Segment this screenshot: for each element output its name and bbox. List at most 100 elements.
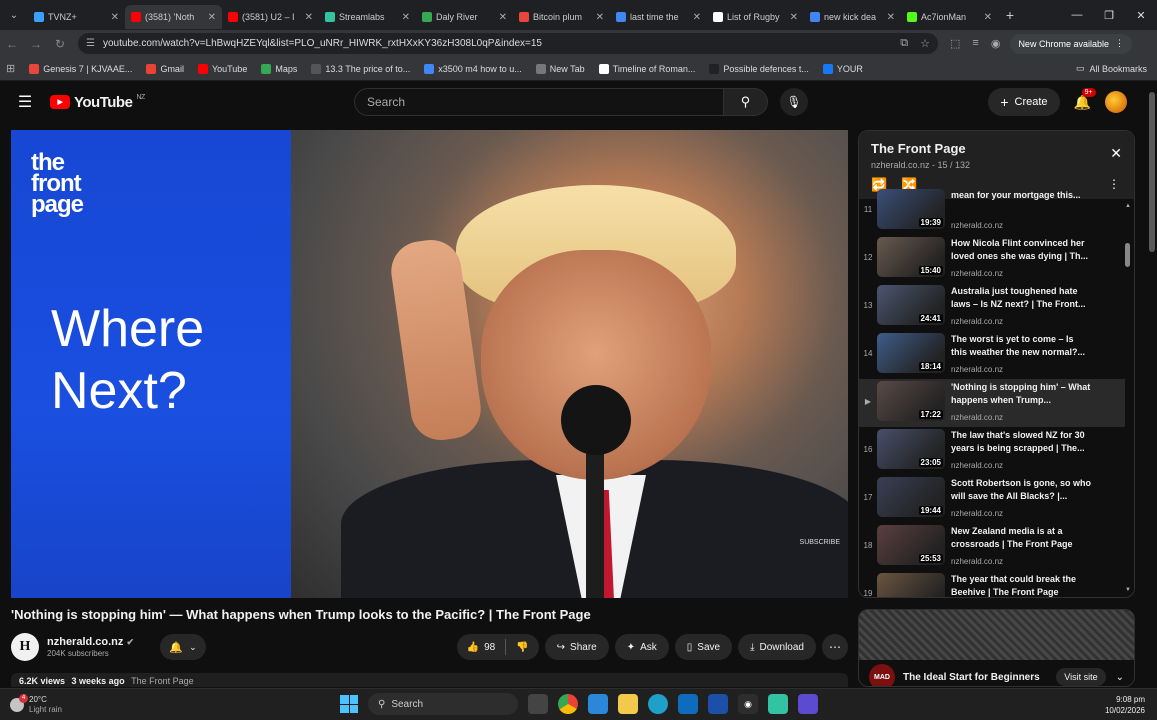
like-button[interactable]: 👍 98 bbox=[457, 634, 506, 660]
close-tab-icon[interactable]: ✕ bbox=[790, 12, 798, 23]
minimize-icon[interactable]: — bbox=[1061, 9, 1093, 22]
mail-icon[interactable] bbox=[708, 694, 728, 714]
page-scroll-thumb[interactable] bbox=[1149, 92, 1155, 252]
outlook-icon[interactable] bbox=[678, 694, 698, 714]
playlist-thumbnail[interactable]: 19:44 bbox=[877, 477, 945, 517]
close-tab-icon[interactable]: ✕ bbox=[208, 12, 216, 23]
browser-tab[interactable]: (3581) U2 – I ✕ bbox=[222, 5, 319, 29]
playlist-item[interactable]: 17 19:44 Scott Robertson is gone, so who… bbox=[859, 475, 1125, 523]
playlist-thumbnail[interactable]: 19:39 bbox=[877, 189, 945, 229]
new-chrome-available-button[interactable]: New Chrome available ⋮ bbox=[1010, 33, 1132, 54]
playlist-thumbnail[interactable]: 24:41 bbox=[877, 285, 945, 325]
channel-avatar[interactable]: H bbox=[11, 633, 39, 661]
clock[interactable]: 9:08 pm 10/02/2026 bbox=[1105, 694, 1145, 716]
browser-tab[interactable]: Bitcoin plum ✕ bbox=[513, 5, 610, 29]
ad-card[interactable]: MAD The Ideal Start for Beginners Visit … bbox=[858, 609, 1135, 687]
bookmark-item[interactable]: Gmail bbox=[146, 63, 184, 74]
scroll-up-icon[interactable]: ▲ bbox=[1125, 203, 1131, 209]
ask-button[interactable]: ✦ Ask bbox=[614, 634, 669, 660]
playlist-scrollbar[interactable]: ▲ ▼ bbox=[1125, 203, 1131, 593]
playlist-thumbnail[interactable]: 25:53 bbox=[877, 525, 945, 565]
browser-tab[interactable]: new kick dea ✕ bbox=[804, 5, 901, 29]
playlist-item[interactable]: 16 23:05 The law that's slowed NZ for 30… bbox=[859, 427, 1125, 475]
tab-search-chevron-icon[interactable]: ⌄ bbox=[0, 0, 28, 30]
playlist-item[interactable]: 14 18:14 The worst is yet to come – Is t… bbox=[859, 331, 1125, 379]
reload-icon[interactable]: ↻ bbox=[48, 37, 72, 51]
bookmark-item[interactable]: Maps bbox=[261, 63, 297, 74]
browser-tab[interactable]: Streamlabs ✕ bbox=[319, 5, 416, 29]
discord-icon[interactable]: ◉ bbox=[738, 694, 758, 714]
bookmark-item[interactable]: YOUR bbox=[822, 63, 863, 74]
task-view-icon[interactable] bbox=[528, 694, 548, 714]
back-icon[interactable]: ← bbox=[0, 37, 24, 51]
new-tab-button[interactable]: + bbox=[998, 7, 1022, 23]
browser-tab[interactable]: last time the ✕ bbox=[610, 5, 707, 29]
playlist-item[interactable]: 19 19:04 The year that could break the B… bbox=[859, 571, 1125, 597]
account-avatar[interactable] bbox=[1105, 91, 1127, 113]
ad-banner-image[interactable] bbox=[859, 610, 1134, 660]
restore-icon[interactable]: ❐ bbox=[1093, 9, 1125, 22]
save-button[interactable]: ▯ Save bbox=[674, 634, 733, 660]
extensions-icon[interactable]: ⬚ bbox=[950, 37, 960, 50]
reading-list-icon[interactable]: ≡ bbox=[972, 37, 978, 50]
bookmark-item[interactable]: Possible defences t... bbox=[709, 63, 809, 74]
windows-start-icon[interactable] bbox=[340, 695, 358, 713]
page-scrollbar[interactable] bbox=[1147, 82, 1157, 687]
notifications-button[interactable]: 🔔 9+ bbox=[1074, 87, 1096, 111]
playlist-title[interactable]: The Front Page bbox=[871, 141, 1122, 156]
bookmark-item[interactable]: New Tab bbox=[535, 63, 585, 74]
browser-tab[interactable]: Daly River ✕ bbox=[416, 5, 513, 29]
playlist-thumbnail[interactable]: 19:04 bbox=[877, 573, 945, 597]
install-app-icon[interactable]: ⧉ bbox=[900, 37, 908, 50]
youtube-logo[interactable]: ▶ YouTube NZ bbox=[50, 94, 145, 111]
app-icon[interactable] bbox=[798, 694, 818, 714]
browser-tab[interactable]: (3581) 'Noth ✕ bbox=[125, 5, 222, 29]
playlist-thumbnail[interactable]: 15:40 bbox=[877, 237, 945, 277]
close-tab-icon[interactable]: ✕ bbox=[693, 12, 701, 23]
browser-tab[interactable]: TVNZ+ ✕ bbox=[28, 5, 125, 29]
playlist-item[interactable]: 13 24:41 Australia just toughened hate l… bbox=[859, 283, 1125, 331]
bookmark-star-icon[interactable]: ☆ bbox=[920, 37, 930, 50]
playlist-thumbnail[interactable]: 18:14 bbox=[877, 333, 945, 373]
edge-icon[interactable] bbox=[648, 694, 668, 714]
subscribe-watermark[interactable]: SUBSCRIBE bbox=[800, 539, 840, 546]
file-explorer-icon[interactable] bbox=[618, 694, 638, 714]
close-tab-icon[interactable]: ✕ bbox=[111, 12, 119, 23]
weather-widget[interactable]: 4 20°C Light rain bbox=[10, 693, 62, 715]
chrome-icon[interactable] bbox=[558, 694, 578, 714]
bookmark-item[interactable]: Timeline of Roman... bbox=[598, 63, 695, 74]
share-button[interactable]: ↪ Share bbox=[544, 634, 609, 660]
apps-grid-icon[interactable]: ⊞ bbox=[6, 62, 15, 75]
playlist-thumbnail[interactable]: 17:22 bbox=[877, 381, 945, 421]
visit-site-button[interactable]: Visit site bbox=[1056, 668, 1106, 686]
subscription-bell-button[interactable]: 🔔 ⌄ bbox=[160, 634, 207, 660]
description-box[interactable]: 6.2K views 3 weeks ago The Front Page bbox=[11, 673, 848, 687]
close-tab-icon[interactable]: ✕ bbox=[596, 12, 604, 23]
close-tab-icon[interactable]: ✕ bbox=[984, 12, 992, 23]
streamlabs-icon[interactable] bbox=[768, 694, 788, 714]
bookmark-item[interactable]: Genesis 7 | KJVAAE... bbox=[29, 63, 132, 74]
forward-icon[interactable]: → bbox=[24, 37, 48, 51]
bookmark-item[interactable]: x3500 m4 how to u... bbox=[424, 63, 522, 74]
close-window-icon[interactable]: ✕ bbox=[1125, 9, 1157, 22]
scroll-down-icon[interactable]: ▼ bbox=[1125, 587, 1131, 593]
guide-menu-icon[interactable]: ☰ bbox=[0, 92, 50, 112]
taskbar-search[interactable]: ⚲ Search bbox=[368, 693, 518, 715]
profile-icon[interactable]: ◉ bbox=[991, 37, 1001, 50]
dislike-button[interactable]: 👎 bbox=[506, 634, 538, 660]
description-hashtag[interactable]: The Front Page bbox=[131, 676, 194, 686]
playlist-scroll-thumb[interactable] bbox=[1125, 243, 1130, 267]
bookmark-item[interactable]: YouTube bbox=[197, 63, 247, 74]
store-icon[interactable] bbox=[588, 694, 608, 714]
playlist-item[interactable]: 18 25:53 New Zealand media is at a cross… bbox=[859, 523, 1125, 571]
chevron-down-icon[interactable]: ⌄ bbox=[1116, 672, 1124, 683]
url-field[interactable]: ☰ youtube.com/watch?v=LhBwqHZEYql&list=P… bbox=[78, 33, 938, 54]
more-actions-button[interactable]: ⋯ bbox=[822, 634, 848, 660]
close-tab-icon[interactable]: ✕ bbox=[305, 12, 313, 23]
download-button[interactable]: ⤓ Download bbox=[738, 634, 816, 660]
playlist-item[interactable]: 11 19:39 mean for your mortgage this... … bbox=[859, 187, 1125, 235]
video-player[interactable]: the front page Where Next? SUBSCRIBE bbox=[11, 130, 848, 598]
playlist-item[interactable]: 12 15:40 How Nicola Flint convinced her … bbox=[859, 235, 1125, 283]
voice-search-button[interactable]: 🎙 bbox=[780, 88, 808, 116]
channel-name[interactable]: nzherald.co.nz ✔ bbox=[47, 636, 134, 648]
